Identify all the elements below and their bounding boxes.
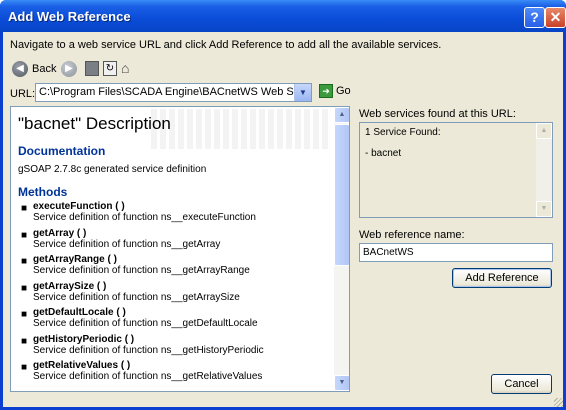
scroll-down-icon[interactable]: ▼ — [334, 375, 349, 391]
home-icon[interactable]: ⌂ — [121, 61, 135, 76]
scroll-up-icon[interactable]: ▲ — [536, 123, 552, 139]
method-link[interactable]: getHistoryPeriodic ( ) — [33, 334, 264, 345]
description-pane[interactable]: "bacnet" Description Documentation gSOAP… — [10, 106, 350, 392]
method-link[interactable]: getDefaultLocale ( ) — [33, 307, 264, 318]
method-item: ■ getArray ( ) Service definition of funct… — [21, 228, 264, 255]
window-title: Add Web Reference — [8, 9, 131, 24]
description-scrollbar[interactable]: ▲ ▼ — [334, 107, 349, 391]
services-scrollbar[interactable]: ▲ ▼ — [536, 123, 552, 217]
methods-list: ■ executeFunction ( ) Service definition o… — [21, 201, 264, 387]
methods-heading: Methods — [18, 185, 68, 199]
close-button[interactable]: ✕ — [545, 7, 566, 28]
method-link[interactable]: getRelativeValues ( ) — [33, 360, 264, 371]
documentation-text: gSOAP 2.7.8c generated service definitio… — [18, 164, 207, 175]
method-definition: Service definition of function ns__execu… — [33, 212, 256, 223]
cancel-button[interactable]: Cancel — [491, 374, 552, 394]
scroll-down-icon[interactable]: ▼ — [536, 201, 552, 217]
back-arrow-icon: ◀ — [12, 61, 28, 77]
resize-grip-icon[interactable] — [554, 398, 563, 407]
title-bar[interactable]: Add Web Reference ? ✕ — [0, 0, 566, 32]
refresh-icon[interactable]: ↻ — [103, 61, 117, 76]
back-button[interactable]: ◀ Back — [12, 60, 56, 78]
chevron-down-icon[interactable]: ▼ — [294, 84, 311, 101]
method-definition: Service definition of function ns__getAr… — [33, 265, 250, 276]
go-arrow-icon: ➜ — [319, 84, 333, 98]
method-item: ■ getHistoryPeriodic ( ) Service definitio… — [21, 333, 264, 356]
intro-text: Navigate to a web service URL and click … — [10, 39, 442, 51]
method-definition: Service definition of function ns__getHi… — [33, 344, 264, 356]
method-item: ■ getDefaultLocale ( ) Service definition … — [21, 307, 264, 334]
method-definition: Service definition of function ns__getDe… — [33, 318, 258, 329]
stop-icon[interactable] — [85, 61, 99, 76]
method-definition: Service definition of function ns__getAr… — [33, 291, 240, 303]
documentation-heading: Documentation — [18, 144, 106, 158]
method-link[interactable]: executeFunction ( ) — [33, 201, 264, 212]
url-combobox[interactable]: C:\Program Files\SCADA Engine\BACnetWS W… — [35, 83, 312, 102]
reference-name-label: Web reference name: — [359, 229, 465, 241]
method-item: ■ getRelativeValues ( ) Service definition… — [21, 360, 264, 382]
method-definition: Service definition of function ns__getAr… — [33, 238, 221, 250]
services-found-label: Web services found at this URL: — [359, 108, 516, 120]
service-name: - bacnet — [365, 148, 402, 159]
scroll-thumb[interactable] — [334, 124, 349, 266]
method-item: ■ getArrayRange ( ) Service definition of … — [21, 254, 264, 281]
url-value: C:\Program Files\SCADA Engine\BACnetWS W… — [39, 86, 311, 98]
url-label: URL: — [10, 88, 36, 100]
add-reference-button[interactable]: Add Reference — [452, 268, 552, 288]
description-title: "bacnet" Description — [18, 114, 171, 133]
method-item: ■ executeFunction ( ) Service definition o… — [21, 201, 264, 228]
dialog-client: Navigate to a web service URL and click … — [3, 32, 563, 407]
help-button[interactable]: ? — [524, 7, 545, 28]
reference-name-input[interactable]: BACnetWS — [359, 243, 553, 262]
scroll-up-icon[interactable]: ▲ — [334, 107, 349, 123]
method-link[interactable]: getArray ( ) — [33, 228, 264, 239]
method-item: ■ getArraySize ( ) Service definition of f… — [21, 281, 264, 308]
banner-decoration — [151, 109, 331, 149]
dialog-window: Add Web Reference ? ✕ Navigate to a web … — [0, 0, 566, 410]
description-content: "bacnet" Description Documentation gSOAP… — [11, 107, 334, 391]
forward-arrow-icon[interactable]: ▶ — [61, 61, 77, 77]
go-label: Go — [336, 85, 351, 97]
back-label: Back — [32, 63, 57, 75]
services-found-box: 1 Service Found: - bacnet ▲ ▼ — [359, 122, 553, 218]
method-definition: Service definition of function ns__getRe… — [33, 371, 263, 382]
go-button[interactable]: ➜ Go — [319, 84, 351, 98]
method-link[interactable]: getArrayRange ( ) — [33, 254, 264, 265]
method-link[interactable]: getArraySize ( ) — [33, 281, 264, 292]
services-count: 1 Service Found: — [365, 127, 441, 138]
